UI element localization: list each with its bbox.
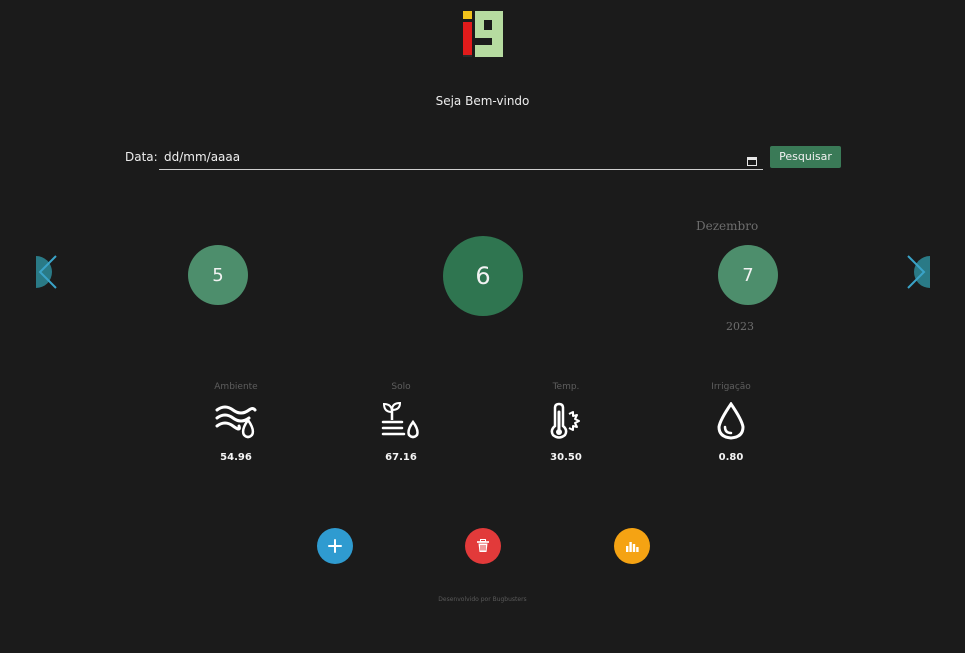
- chevron-right-icon[interactable]: [904, 254, 932, 290]
- metric-label: Ambiente: [214, 382, 258, 392]
- metric-value: 0.80: [718, 452, 744, 463]
- year-label: 2023: [726, 320, 754, 333]
- delete-button[interactable]: [465, 528, 501, 564]
- chart-button[interactable]: [614, 528, 650, 564]
- metric-ambiente: Ambiente 54.96: [186, 382, 286, 463]
- metric-value: 54.96: [220, 452, 252, 463]
- metric-value: 30.50: [550, 452, 582, 463]
- soil-moisture-icon: [381, 402, 419, 439]
- month-label: Dezembro: [696, 219, 759, 233]
- metric-temp: Temp. 30.50: [516, 382, 616, 463]
- add-button[interactable]: [317, 528, 353, 564]
- thermometer-icon: [550, 402, 580, 439]
- air-humidity-icon: [215, 405, 257, 439]
- search-button[interactable]: Pesquisar: [770, 146, 841, 168]
- metric-irrigacao: Irrigação 0.80: [681, 382, 781, 463]
- water-drop-icon: [717, 402, 745, 440]
- welcome-text: Seja Bem-vindo: [435, 94, 530, 108]
- day-current[interactable]: 6: [443, 236, 523, 316]
- metric-label: Irrigação: [711, 382, 751, 392]
- chevron-left-icon[interactable]: [34, 254, 60, 290]
- calendar-icon[interactable]: [747, 151, 757, 166]
- metric-solo: Solo 67.16: [351, 382, 451, 463]
- day-next[interactable]: 7: [718, 245, 778, 305]
- footer-credit: Desenvolvido por Bugbusters: [438, 596, 527, 603]
- bar-chart-icon: [626, 542, 639, 552]
- date-label: Data:: [125, 150, 158, 164]
- metric-label: Temp.: [552, 382, 580, 392]
- metric-label: Solo: [391, 382, 411, 392]
- day-prev[interactable]: 5: [188, 245, 248, 305]
- date-input[interactable]: dd/mm/aaaa: [159, 146, 763, 170]
- plus-icon: [328, 539, 342, 553]
- date-input-value: dd/mm/aaaa: [164, 150, 241, 164]
- trash-icon: [477, 539, 489, 552]
- metric-value: 67.16: [385, 452, 417, 463]
- i9-logo: [463, 11, 503, 57]
